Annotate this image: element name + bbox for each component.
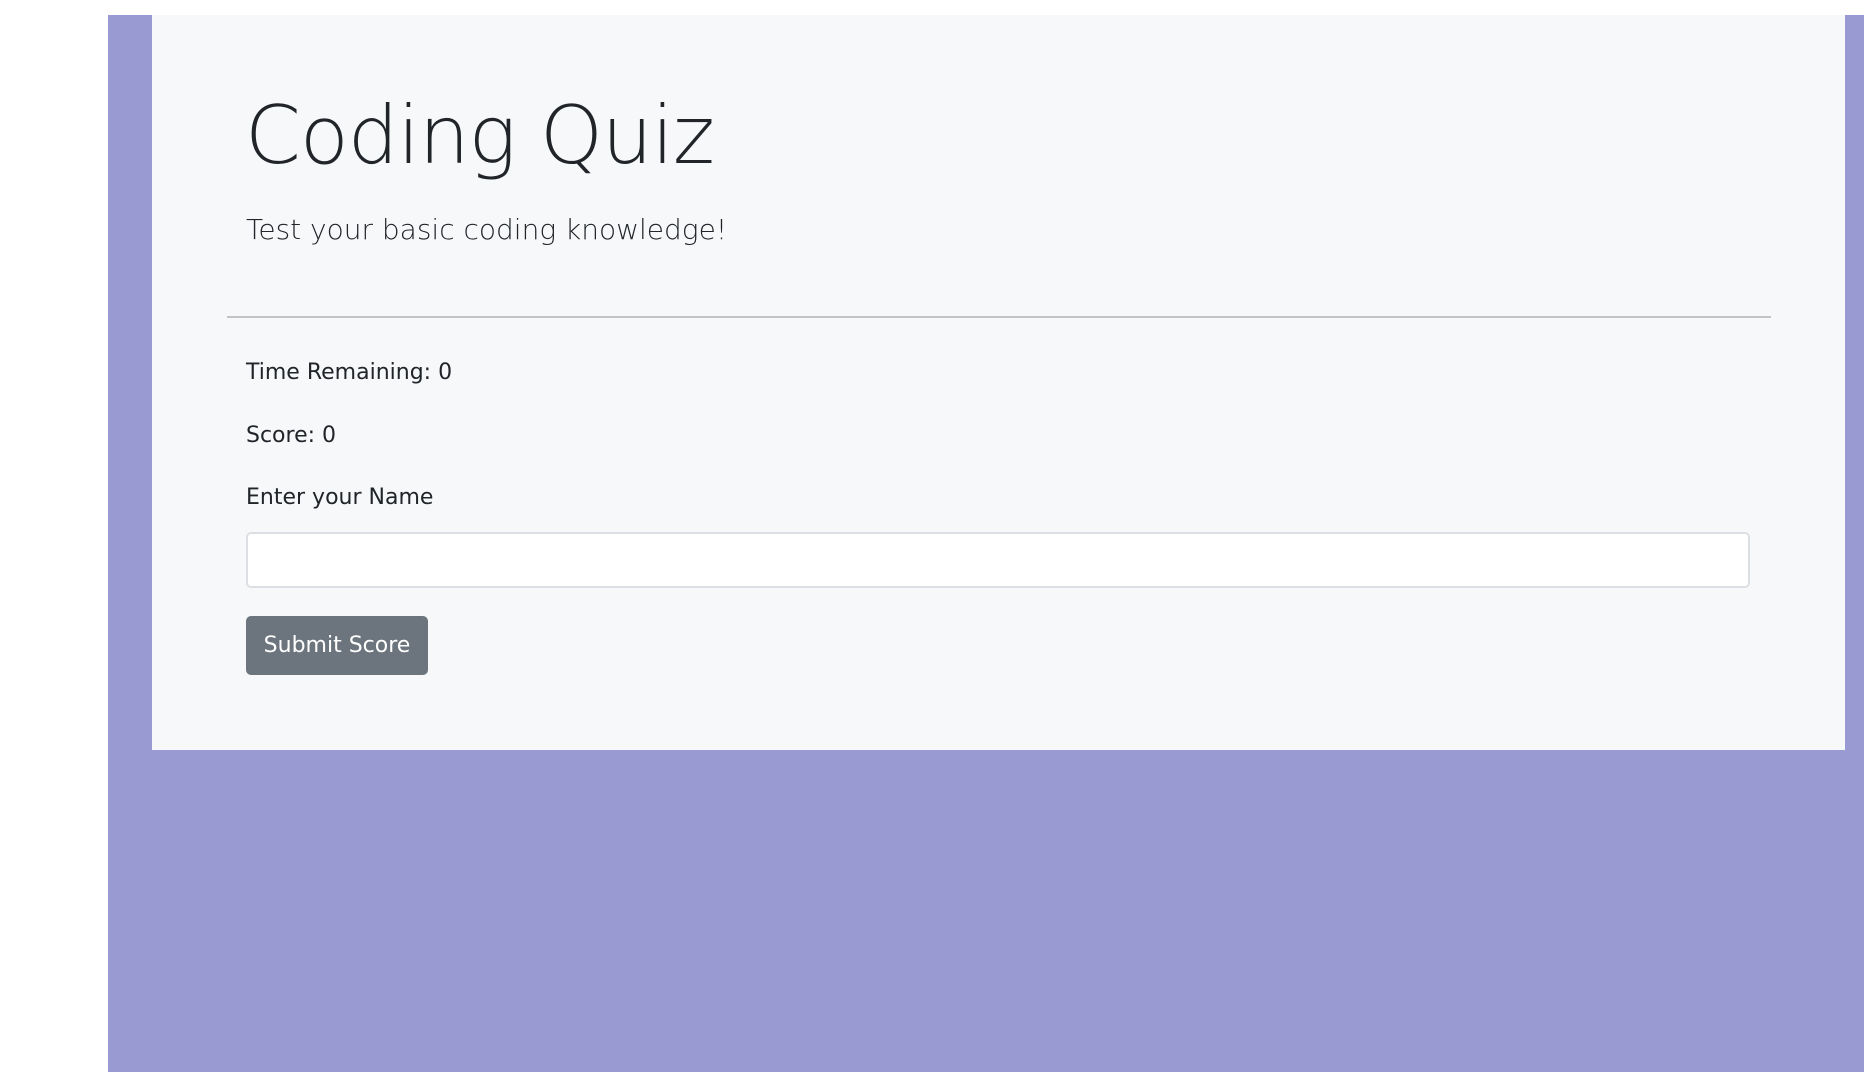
divider [227, 316, 1771, 318]
time-remaining: Time Remaining: 0 [246, 357, 452, 389]
time-remaining-label: Time Remaining: [246, 360, 432, 385]
time-remaining-value: 0 [438, 360, 453, 385]
page-title: Coding Quiz [245, 89, 715, 182]
score-label: Score: [246, 423, 316, 448]
score-value: 0 [322, 423, 337, 448]
submit-score-button[interactable]: Submit Score [246, 616, 428, 675]
page-subtitle: Test your basic coding knowledge! [246, 213, 728, 246]
name-field-label: Enter your Name [246, 485, 434, 510]
score: Score: 0 [246, 420, 336, 452]
name-input[interactable] [246, 532, 1750, 588]
